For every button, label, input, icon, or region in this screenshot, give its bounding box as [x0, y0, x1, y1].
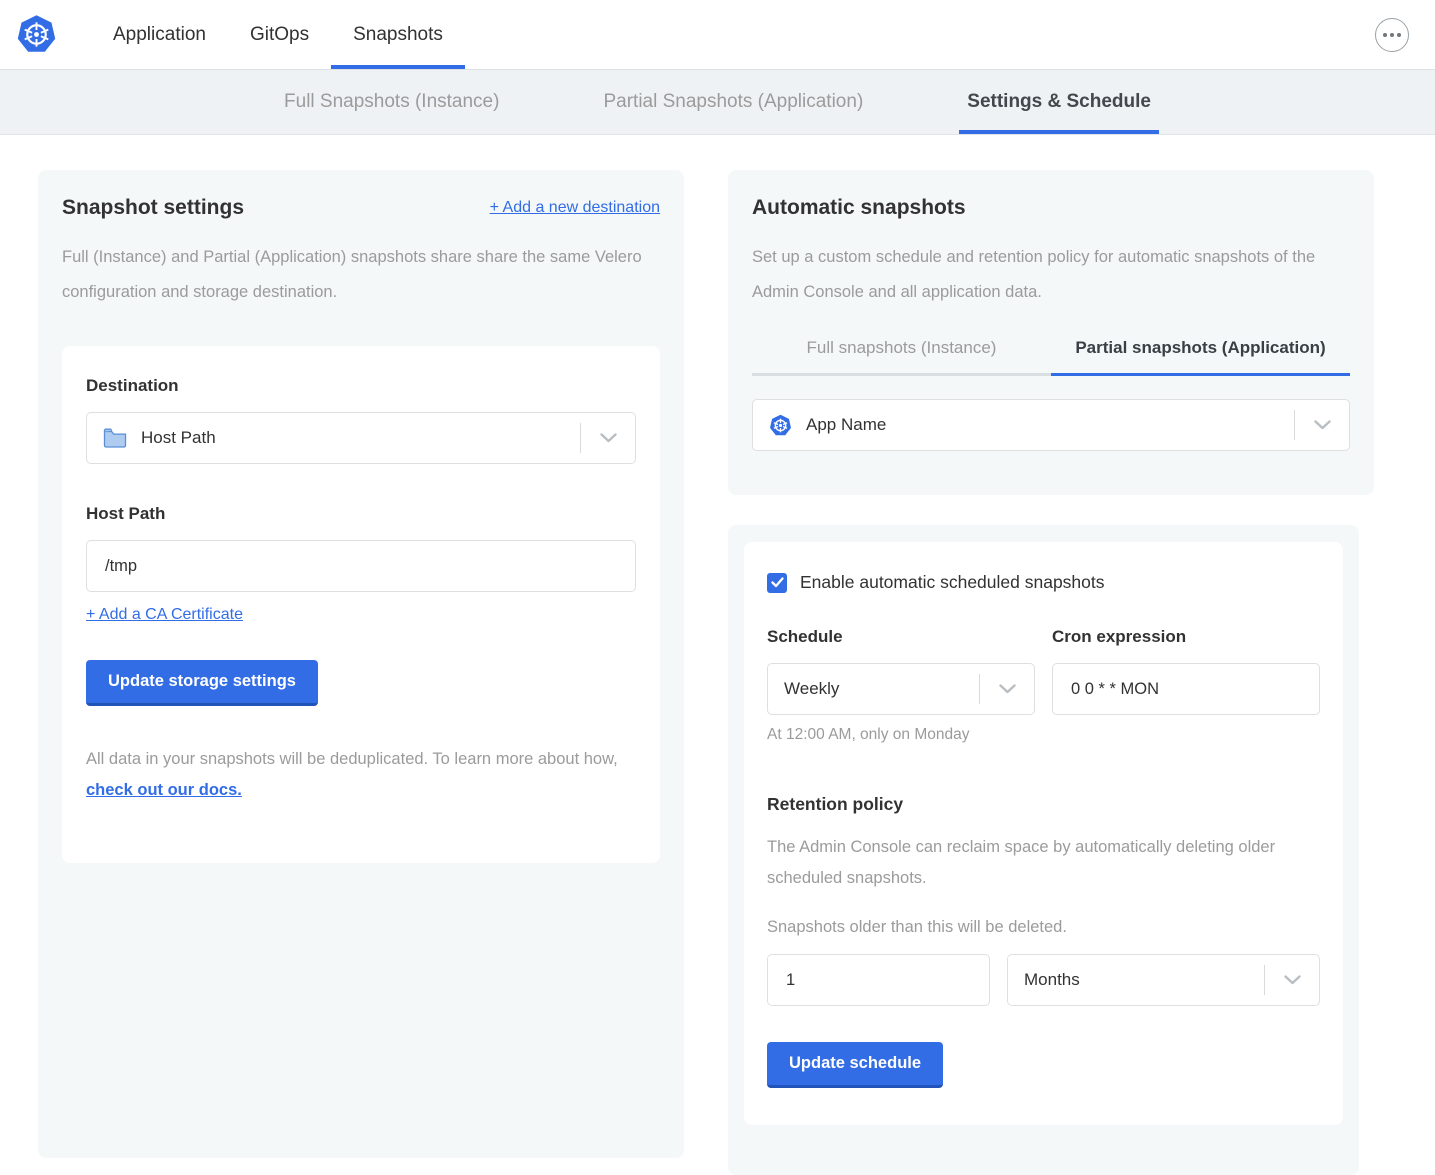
chevron-down-icon: [999, 684, 1016, 694]
snapshot-settings-card: Snapshot settings + Add a new destinatio…: [38, 170, 684, 1158]
snapshot-type-tabs: Full snapshots (Instance) Partial snapsh…: [752, 338, 1350, 376]
dedup-note: All data in your snapshots will be dedup…: [86, 744, 636, 806]
nav-tab-application[interactable]: Application: [91, 0, 228, 69]
main-content: Snapshot settings + Add a new destinatio…: [0, 135, 1435, 1175]
host-path-label: Host Path: [86, 504, 636, 524]
update-schedule-button[interactable]: Update schedule: [767, 1042, 943, 1088]
snapshot-settings-title: Snapshot settings: [62, 196, 244, 220]
top-nav: Application GitOps Snapshots: [0, 0, 1435, 70]
chevron-down-icon: [1314, 420, 1331, 430]
tab-partial-snapshots-application[interactable]: Partial snapshots (Application): [1051, 338, 1350, 376]
schedule-interval-select[interactable]: Weekly: [767, 663, 1035, 715]
nav-tab-gitops[interactable]: GitOps: [228, 0, 331, 69]
right-column: Automatic snapshots Set up a custom sche…: [728, 170, 1374, 1175]
app-select[interactable]: App Name: [752, 399, 1350, 451]
retention-value-input[interactable]: [767, 954, 990, 1006]
storage-settings-panel: Destination Host Path Host Path: [62, 346, 660, 863]
subnav-item-full-snapshots[interactable]: Full Snapshots (Instance): [276, 70, 507, 134]
schedule-label: Schedule: [767, 627, 1035, 647]
nav-tab-snapshots[interactable]: Snapshots: [331, 0, 465, 69]
tab-full-snapshots-instance[interactable]: Full snapshots (Instance): [752, 338, 1051, 376]
retention-hint: Snapshots older than this will be delete…: [767, 918, 1320, 937]
schedule-interval-value: Weekly: [784, 679, 839, 699]
schedule-panel: Enable automatic scheduled snapshots Sch…: [744, 542, 1343, 1125]
enable-snapshots-checkbox[interactable]: [767, 573, 787, 593]
app-kubernetes-icon: [769, 414, 792, 437]
cron-expression-label: Cron expression: [1052, 627, 1320, 647]
chevron-down-icon: [600, 433, 617, 443]
retention-unit-select[interactable]: Months: [1007, 954, 1320, 1006]
retention-policy-description: The Admin Console can reclaim space by a…: [767, 832, 1320, 894]
folder-icon: [103, 428, 127, 448]
destination-select[interactable]: Host Path: [86, 412, 636, 464]
main-nav-tabs: Application GitOps Snapshots: [91, 0, 465, 69]
kubernetes-logo-icon: [16, 14, 57, 55]
destination-label: Destination: [86, 376, 636, 396]
snapshot-settings-description: Full (Instance) and Partial (Application…: [62, 240, 660, 310]
retention-policy-title: Retention policy: [767, 794, 1320, 815]
schedule-card: Enable automatic scheduled snapshots Sch…: [728, 525, 1359, 1175]
cron-expression-input[interactable]: [1052, 663, 1320, 715]
snapshots-subnav: Full Snapshots (Instance) Partial Snapsh…: [0, 70, 1435, 135]
automatic-snapshots-card: Automatic snapshots Set up a custom sche…: [728, 170, 1374, 495]
subnav-item-settings-schedule[interactable]: Settings & Schedule: [959, 70, 1159, 134]
docs-link[interactable]: check out our docs.: [86, 781, 242, 799]
add-ca-certificate-link[interactable]: + Add a CA Certificate: [86, 606, 243, 623]
dedup-note-text: All data in your snapshots will be dedup…: [86, 750, 618, 768]
destination-select-value: Host Path: [141, 428, 216, 448]
subnav-item-partial-snapshots[interactable]: Partial Snapshots (Application): [595, 70, 871, 134]
retention-unit-value: Months: [1024, 970, 1080, 990]
kubernetes-logo: [16, 0, 57, 69]
check-icon: [771, 577, 784, 588]
update-storage-settings-button[interactable]: Update storage settings: [86, 660, 318, 706]
ellipsis-icon: [1383, 33, 1387, 37]
enable-snapshots-label[interactable]: Enable automatic scheduled snapshots: [800, 572, 1105, 593]
cron-human-readable: At 12:00 AM, only on Monday: [767, 726, 1035, 744]
add-new-destination-link[interactable]: + Add a new destination: [490, 199, 660, 217]
automatic-snapshots-description: Set up a custom schedule and retention p…: [752, 240, 1350, 310]
overflow-menu-button[interactable]: [1375, 18, 1409, 52]
host-path-input[interactable]: [86, 540, 636, 592]
chevron-down-icon: [1284, 975, 1301, 985]
app-select-value: App Name: [806, 415, 886, 435]
automatic-snapshots-title: Automatic snapshots: [752, 196, 1350, 220]
